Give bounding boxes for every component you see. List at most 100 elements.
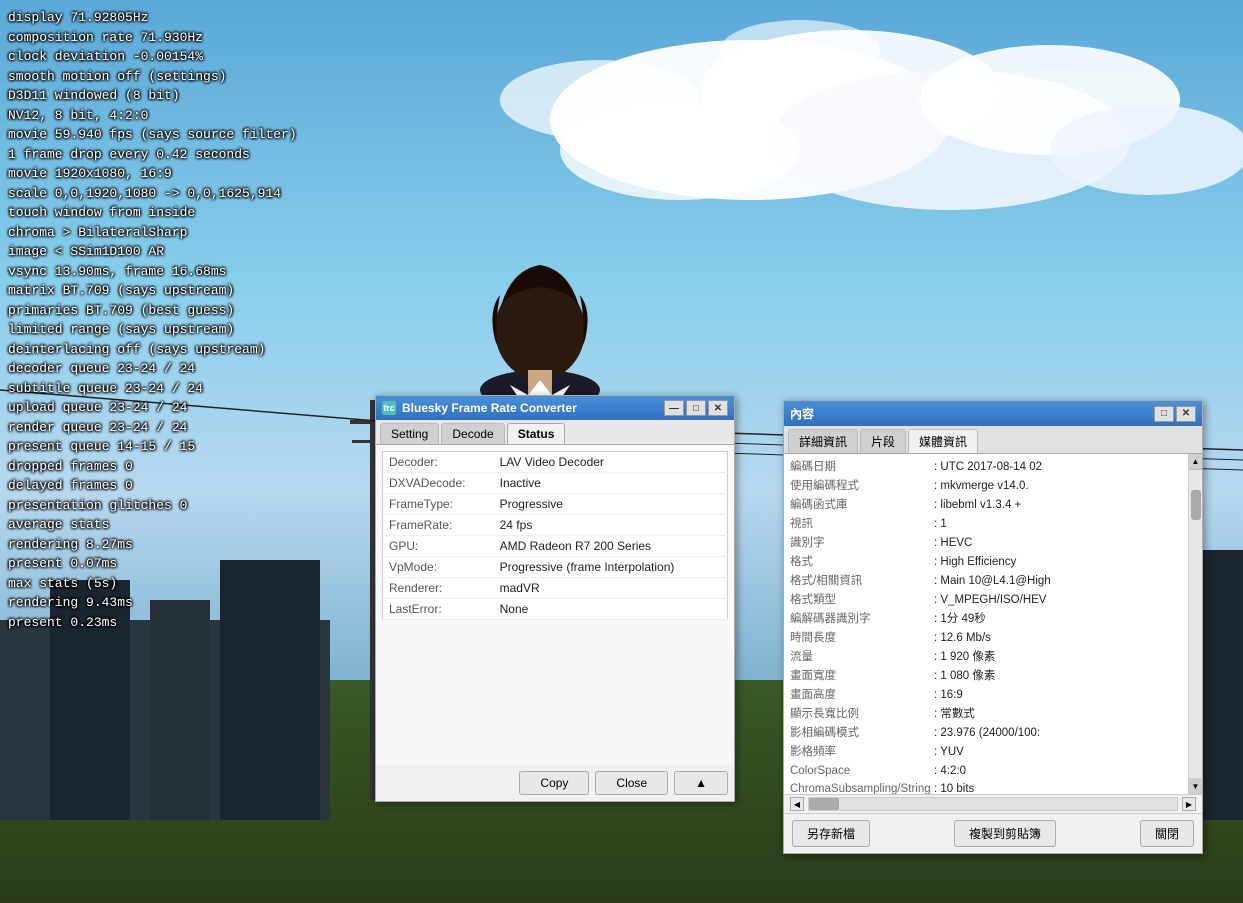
debug-line: NV12, 8 bit, 4:2:0 xyxy=(8,106,312,126)
naiyou-value-item: : 1 080 像素 xyxy=(934,667,1202,686)
debug-line: scale 0,0,1920,1080 -> 0,0,1625,914 xyxy=(8,184,312,204)
bfrc-maximize-btn[interactable]: □ xyxy=(686,400,706,416)
debug-line: primaries BT.709 (best guess) xyxy=(8,301,312,321)
naiyou-value-item: : HEVC xyxy=(934,534,1202,553)
status-value: Progressive xyxy=(494,494,728,515)
naiyou-labels: 編碼日期使用編碼程式編碼函式庫視訊識別字格式格式/相關資訊格式類型編解碼器識別字… xyxy=(790,458,930,794)
status-value: madVR xyxy=(494,578,728,599)
status-row: FrameType:Progressive xyxy=(383,494,728,515)
naiyou-label-item: 流量 xyxy=(790,648,930,667)
debug-line: smooth motion off (settings) xyxy=(8,67,312,87)
status-label: GPU: xyxy=(383,536,494,557)
naiyou-label-item: ColorSpace xyxy=(790,762,930,781)
debug-line: render queue 23-24 / 24 xyxy=(8,418,312,438)
debug-line: max stats (5s) xyxy=(8,574,312,594)
naiyou-label-item: 畫面寬度 xyxy=(790,667,930,686)
status-value: Progressive (frame Interpolation) xyxy=(494,557,728,578)
bfrc-buttons: Copy Close ▲ xyxy=(376,765,734,801)
status-value: None xyxy=(494,599,728,620)
naiyou-value-item: : 常數式 xyxy=(934,705,1202,724)
naiyou-label-item: 畫面高度 xyxy=(790,686,930,705)
naiyou-scrollbar[interactable]: ▲ ▼ xyxy=(1188,454,1202,794)
bfrc-content: Decoder:LAV Video DecoderDXVADecode:Inac… xyxy=(376,445,734,765)
bfrc-minimize-btn[interactable]: — xyxy=(664,400,684,416)
tab-segment[interactable]: 片段 xyxy=(860,429,906,453)
status-row: Decoder:LAV Video Decoder xyxy=(383,452,728,473)
debug-line: decoder queue 23-24 / 24 xyxy=(8,359,312,379)
debug-line: upload queue 23-24 / 24 xyxy=(8,398,312,418)
naiyou-content: 編碼日期使用編碼程式編碼函式庫視訊識別字格式格式/相關資訊格式類型編解碼器識別字… xyxy=(784,454,1202,794)
debug-line: chroma > BilateralSharp xyxy=(8,223,312,243)
save-new-btn[interactable]: 另存新檔 xyxy=(792,820,870,847)
naiyou-value-item: : 12.6 Mb/s xyxy=(934,629,1202,648)
naiyou-label-item: 編碼日期 xyxy=(790,458,930,477)
naiyou-window-controls: □ ✕ xyxy=(1154,406,1196,422)
scrollbar-thumb[interactable] xyxy=(1191,490,1201,520)
hscroll-thumb[interactable] xyxy=(809,798,839,810)
naiyou-close-btn[interactable]: ✕ xyxy=(1176,406,1196,422)
hscroll-left-btn[interactable]: ◀ xyxy=(790,797,804,811)
debug-line: movie 1920x1080, 16:9 xyxy=(8,164,312,184)
debug-line: clock deviation -0.00154% xyxy=(8,47,312,67)
hscroll-track[interactable] xyxy=(808,797,1178,811)
naiyou-label-item: ChromaSubsampling/String xyxy=(790,780,930,794)
naiyou-tabs: 詳細資訊 片段 媒體資訊 xyxy=(784,426,1202,454)
naiyou-minimize-btn[interactable]: □ xyxy=(1154,406,1174,422)
bfrc-window-controls: — □ ✕ xyxy=(664,400,728,416)
naiyou-label-item: 編解碼器識別字 xyxy=(790,610,930,629)
naiyou-value-item: : YUV xyxy=(934,743,1202,762)
debug-line: rendering 9.43ms xyxy=(8,593,312,613)
naiyou-close-dialog-btn[interactable]: 關閉 xyxy=(1140,820,1194,847)
debug-line: D3D11 windowed (8 bit) xyxy=(8,86,312,106)
debug-line: subtitle queue 23-24 / 24 xyxy=(8,379,312,399)
tab-detailed-info[interactable]: 詳細資訊 xyxy=(788,429,858,453)
bfrc-titlebar[interactable]: frc Bluesky Frame Rate Converter — □ ✕ xyxy=(376,396,734,420)
tab-decode[interactable]: Decode xyxy=(441,423,504,444)
debug-line: matrix BT.709 (says upstream) xyxy=(8,281,312,301)
status-label: Decoder: xyxy=(383,452,494,473)
close-dialog-button[interactable]: Close xyxy=(595,771,668,795)
naiyou-titlebar[interactable]: 內容 □ ✕ xyxy=(784,401,1202,426)
tab-media-info[interactable]: 媒體資訊 xyxy=(908,429,978,453)
naiyou-value-item: : Main 10@L4.1@High xyxy=(934,572,1202,591)
status-row: VpMode:Progressive (frame Interpolation) xyxy=(383,557,728,578)
hscroll-right-btn[interactable]: ▶ xyxy=(1182,797,1196,811)
debug-line: vsync 13.90ms, frame 16.68ms xyxy=(8,262,312,282)
scroll-button[interactable]: ▲ xyxy=(674,771,728,795)
naiyou-label-item: 時間長度 xyxy=(790,629,930,648)
debug-line: movie 59.940 fps (says source filter) xyxy=(8,125,312,145)
naiyou-label-item: 格式 xyxy=(790,553,930,572)
copy-button[interactable]: Copy xyxy=(519,771,589,795)
bfrc-window: frc Bluesky Frame Rate Converter — □ ✕ S… xyxy=(375,395,735,802)
status-label: DXVADecode: xyxy=(383,473,494,494)
debug-line: average stats xyxy=(8,515,312,535)
bfrc-icon: frc xyxy=(382,401,396,415)
tab-setting[interactable]: Setting xyxy=(380,423,439,444)
naiyou-value-item: : 1 xyxy=(934,515,1202,534)
bfrc-title: Bluesky Frame Rate Converter xyxy=(402,401,664,415)
debug-line: 1 frame drop every 0.42 seconds xyxy=(8,145,312,165)
status-table: Decoder:LAV Video DecoderDXVADecode:Inac… xyxy=(382,451,728,620)
status-value: LAV Video Decoder xyxy=(494,452,728,473)
status-label: FrameType: xyxy=(383,494,494,515)
status-value: 24 fps xyxy=(494,515,728,536)
debug-line: dropped frames 0 xyxy=(8,457,312,477)
naiyou-label-item: 格式/相關資訊 xyxy=(790,572,930,591)
scrollbar-up-btn[interactable]: ▲ xyxy=(1189,454,1203,470)
status-label: LastError: xyxy=(383,599,494,620)
debug-line: display 71.92805Hz xyxy=(8,8,312,28)
naiyou-label-item: 影格頻率 xyxy=(790,743,930,762)
naiyou-value-item: : libebml v1.3.4 + xyxy=(934,496,1202,515)
copy-to-clipboard-btn[interactable]: 複製到剪貼簿 xyxy=(954,820,1056,847)
naiyou-value-item: : High Efficiency xyxy=(934,553,1202,572)
status-label: FrameRate: xyxy=(383,515,494,536)
scrollbar-down-btn[interactable]: ▼ xyxy=(1189,778,1203,794)
naiyou-title: 內容 xyxy=(790,405,1154,422)
bfrc-close-btn[interactable]: ✕ xyxy=(708,400,728,416)
naiyou-value-item: : 16:9 xyxy=(934,686,1202,705)
naiyou-label-item: 使用編碼程式 xyxy=(790,477,930,496)
status-row: DXVADecode:Inactive xyxy=(383,473,728,494)
tab-status[interactable]: Status xyxy=(507,423,566,444)
status-label: VpMode: xyxy=(383,557,494,578)
debug-overlay: display 71.92805Hzcomposition rate 71.93… xyxy=(0,0,320,640)
